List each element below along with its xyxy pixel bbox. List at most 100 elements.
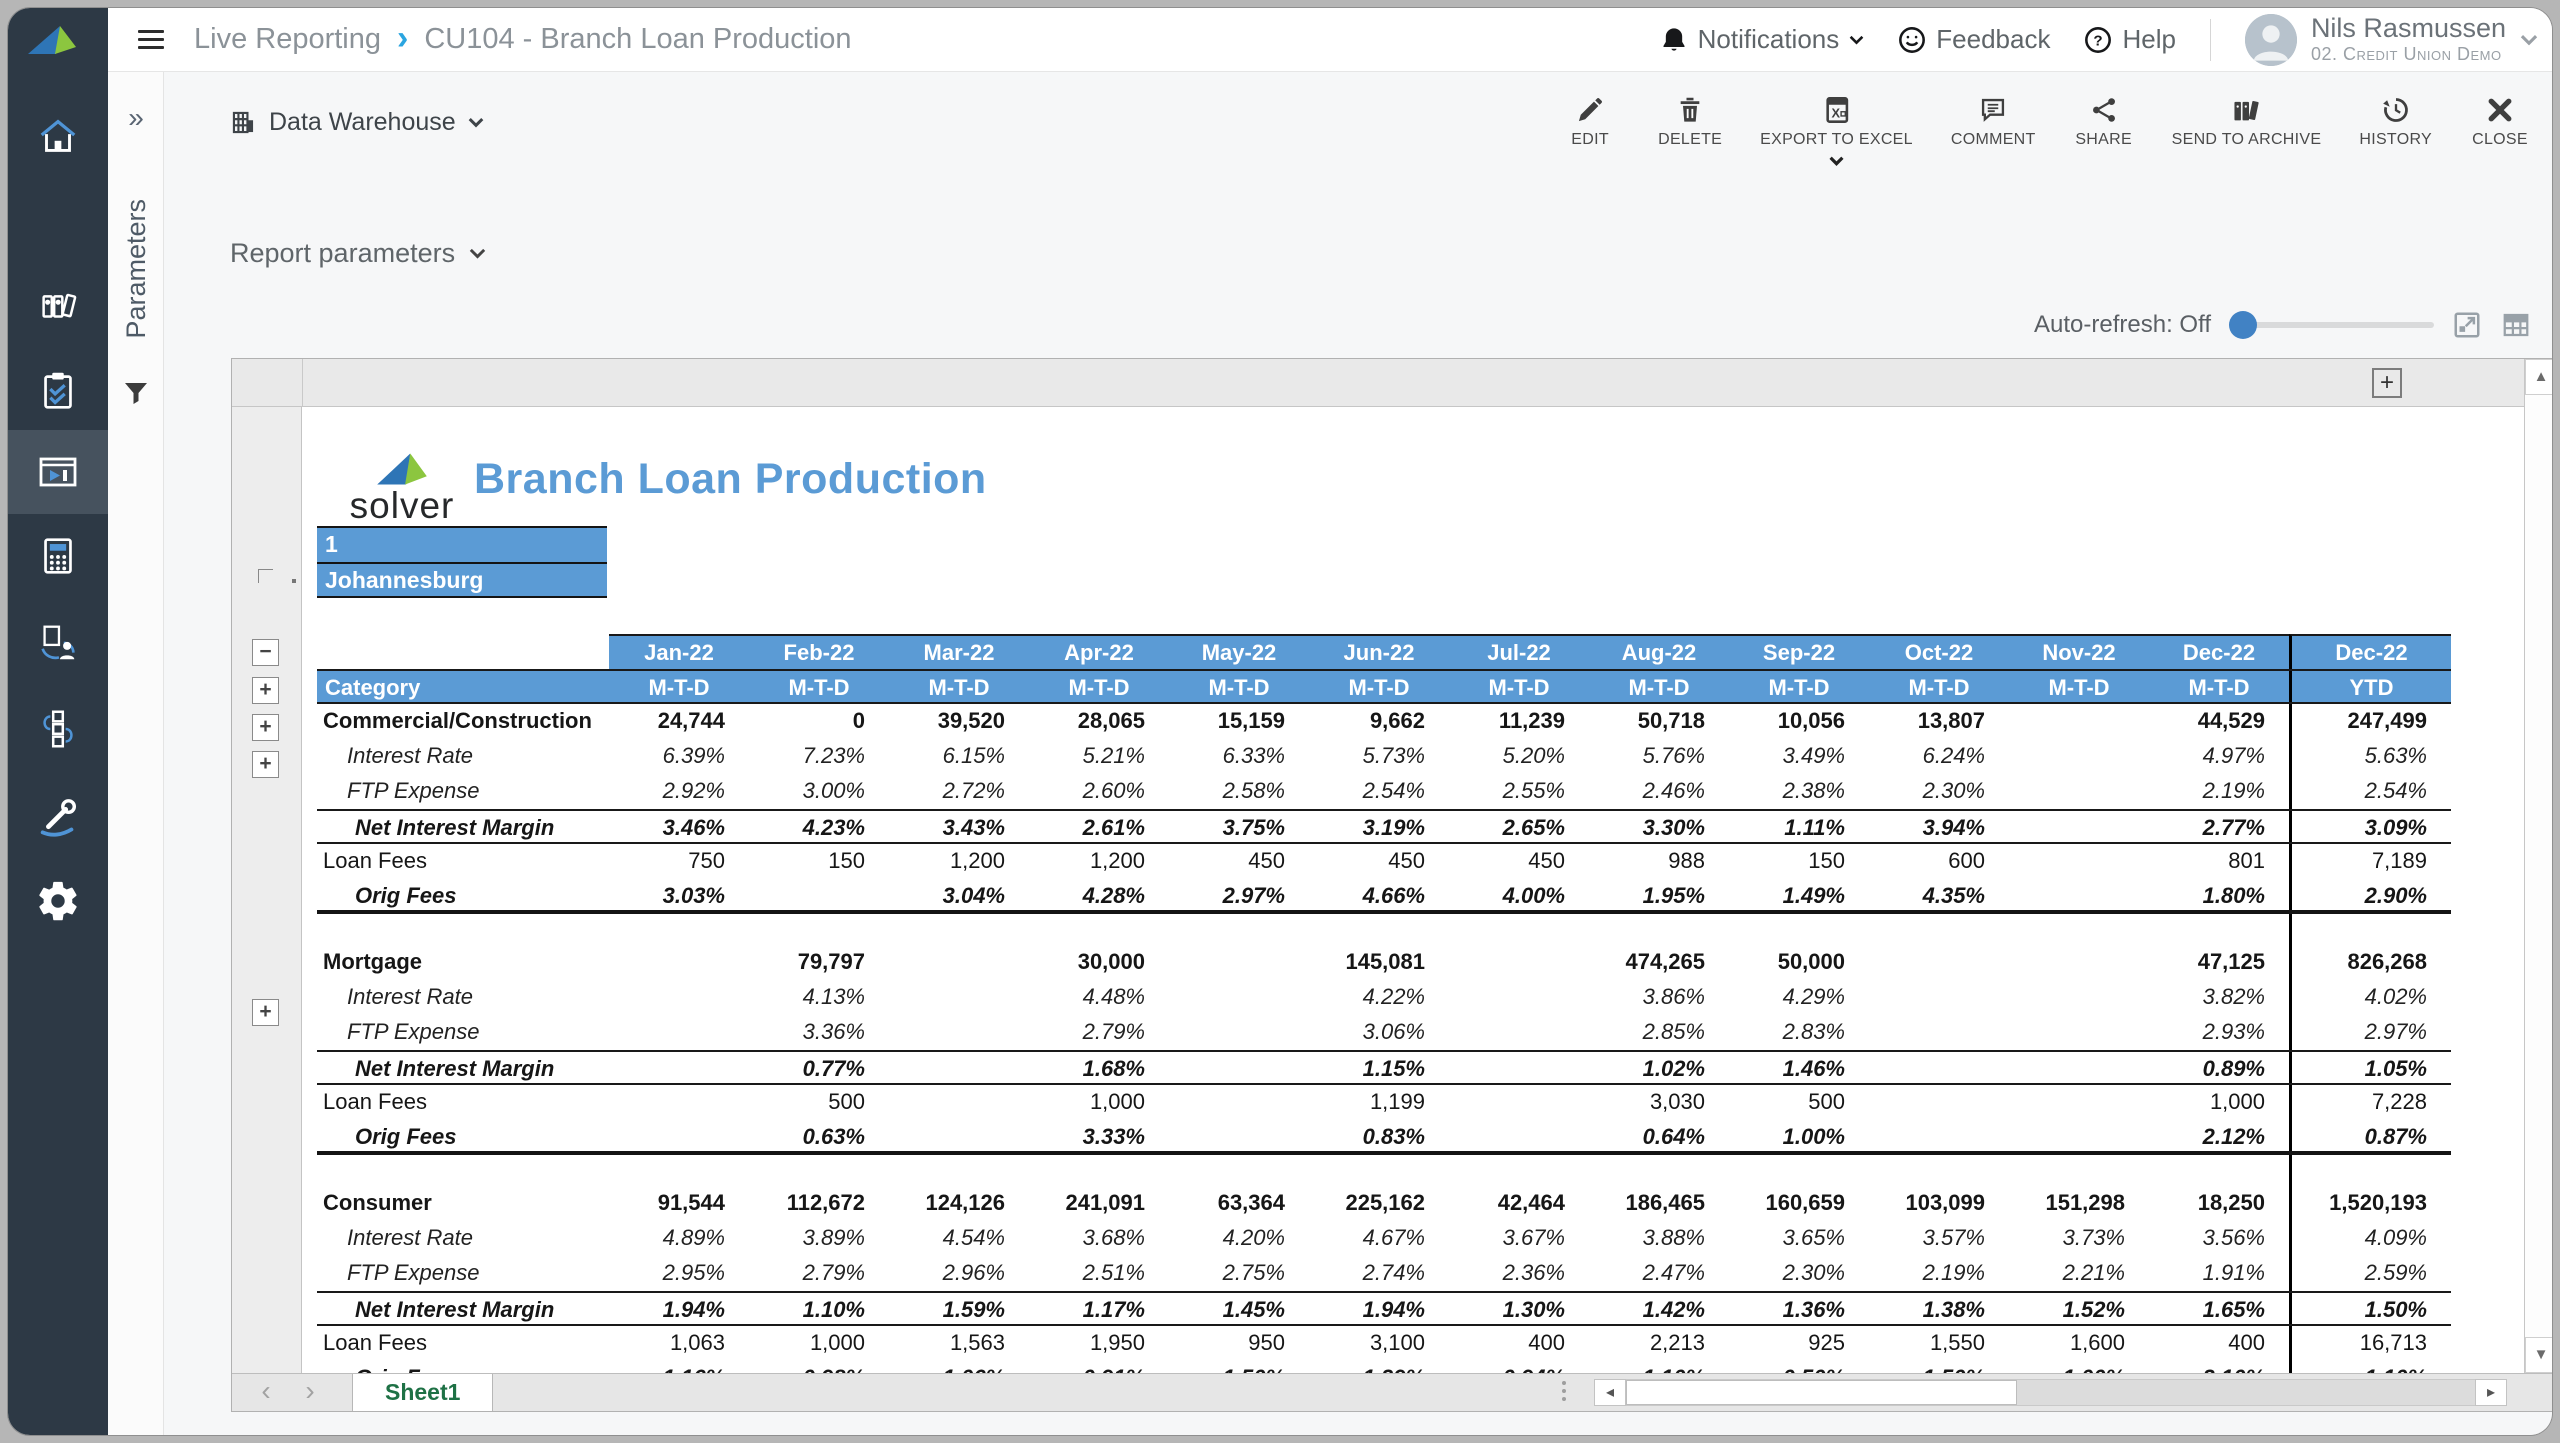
sidebar-item-tasks[interactable] — [8, 350, 108, 432]
outline-expand-button[interactable]: + — [252, 999, 279, 1026]
table-cell: 1.50% — [2289, 1293, 2451, 1324]
table-cell: 151,298 — [2009, 1186, 2149, 1221]
comment-button[interactable]: COMMENT — [1951, 96, 2036, 166]
table-cell: 2.38% — [1729, 774, 1869, 809]
sidebar-item-live-reporting[interactable] — [8, 430, 108, 514]
scroll-down-button[interactable]: ▼ — [2525, 1337, 2552, 1373]
report-logo-word: solver — [337, 485, 467, 527]
sidebar-item-archive[interactable] — [8, 265, 108, 347]
sidebar-item-settings[interactable] — [8, 860, 108, 942]
splitter-dots-icon[interactable] — [1562, 1381, 1566, 1401]
table-cell: 2.30% — [1869, 774, 2009, 809]
table-cell — [889, 1085, 1029, 1120]
question-icon: ? — [2084, 26, 2112, 54]
table-cell: FTP Expense — [317, 774, 609, 809]
table-cell: M-T-D — [889, 671, 1029, 702]
outline-expand-button[interactable]: + — [252, 751, 279, 778]
sheet-nav-next-icon[interactable]: › — [290, 1374, 330, 1411]
table-cell: M-T-D — [2149, 671, 2289, 702]
table-cell: 9,662 — [1309, 704, 1449, 739]
resize-report-icon[interactable] — [2452, 310, 2482, 340]
table-cell — [1169, 1015, 1309, 1050]
history-button[interactable]: HISTORY — [2359, 96, 2432, 166]
auto-refresh-slider[interactable] — [2229, 310, 2434, 340]
outline-expand-button[interactable]: + — [252, 714, 279, 741]
edit-button[interactable]: EDIT — [1560, 96, 1620, 166]
delete-button[interactable]: DELETE — [1658, 96, 1722, 166]
avatar — [2245, 14, 2297, 66]
table-cell: Jun-22 — [1309, 634, 1449, 669]
main-content: Data Warehouse EDIT DELETE X EXPORT TO E… — [164, 72, 2552, 1435]
table-cell — [2009, 704, 2149, 739]
table-cell: 1.49% — [1729, 879, 1869, 910]
table-cell: 1.38% — [1869, 1293, 2009, 1324]
table-cell: 2,213 — [1589, 1326, 1729, 1361]
table-cell: Sep-22 — [1729, 634, 1869, 669]
svg-text:X: X — [1831, 106, 1840, 121]
table-cell: 0.89% — [2149, 1052, 2289, 1083]
table-cell: 5.63% — [2289, 739, 2451, 774]
report-parameters-toggle[interactable]: Report parameters — [230, 238, 486, 269]
add-view-button[interactable]: + — [2372, 368, 2402, 398]
parameters-label[interactable]: Parameters — [121, 199, 152, 339]
sheet-nav-prev-icon[interactable]: ‹ — [246, 1374, 286, 1411]
table-cell: 186,465 — [1589, 1186, 1729, 1221]
horizontal-scroll-thumb[interactable] — [1626, 1380, 2017, 1405]
sidebar-item-home[interactable] — [8, 95, 108, 177]
notifications-button[interactable]: Notifications — [1660, 24, 1865, 55]
horizontal-scrollbar[interactable]: ◂ ▸ — [1594, 1379, 2507, 1406]
hamburger-menu-icon[interactable] — [138, 25, 166, 54]
integrations-icon — [35, 706, 81, 752]
table-cell: 4.28% — [1029, 879, 1169, 910]
table-cell — [1169, 914, 1309, 945]
help-button[interactable]: ? Help — [2084, 24, 2175, 55]
sidebar-item-budgeting[interactable] — [8, 515, 108, 597]
data-source-selector[interactable]: Data Warehouse — [230, 108, 484, 137]
table-row: Loan Fees1,0631,0001,5631,9509503,100400… — [317, 1326, 2451, 1361]
outline-collapse-button[interactable]: − — [252, 639, 279, 666]
table-cell: 4.35% — [1869, 879, 2009, 910]
table-cell — [1449, 945, 1589, 980]
table-cell: 4.66% — [1309, 879, 1449, 910]
panel-expand-button[interactable]: » — [108, 102, 164, 134]
grid-view-icon[interactable] — [2500, 310, 2532, 340]
user-org: 02. Credit Union Demo — [2311, 44, 2506, 65]
table-cell: 50,718 — [1589, 704, 1729, 739]
table-cell: 18,250 — [2149, 1186, 2289, 1221]
share-button[interactable]: SHARE — [2074, 96, 2134, 166]
table-cell — [609, 980, 749, 1015]
breadcrumb-separator-icon: › — [397, 21, 408, 59]
table-cell: 16,713 — [2289, 1326, 2451, 1361]
vertical-scrollbar[interactable]: ▲ ▼ — [2524, 359, 2552, 1373]
filter-funnel-icon[interactable] — [123, 380, 149, 406]
sidebar-item-tools[interactable] — [8, 778, 108, 860]
scroll-right-button[interactable]: ▸ — [2475, 1379, 2507, 1406]
auto-refresh-label: Auto-refresh: Off — [2034, 311, 2211, 339]
close-button[interactable]: CLOSE — [2470, 96, 2530, 166]
sidebar-item-integrations[interactable] — [8, 688, 108, 770]
table-cell: 1,063 — [609, 1326, 749, 1361]
slider-knob[interactable] — [2229, 311, 2257, 339]
svg-text:?: ? — [2094, 32, 2103, 49]
feedback-button[interactable]: Feedback — [1898, 24, 2050, 55]
table-cell: 925 — [1729, 1326, 1869, 1361]
table-cell: 1.30% — [1449, 1293, 1589, 1324]
sheet-tab[interactable]: Sheet1 — [352, 1374, 493, 1411]
table-cell: 750 — [609, 844, 749, 879]
table-cell: 150 — [1729, 844, 1869, 879]
send-to-archive-button[interactable]: SEND TO ARCHIVE — [2172, 96, 2322, 166]
breadcrumb-section[interactable]: Live Reporting — [194, 23, 381, 56]
scroll-left-button[interactable]: ◂ — [1594, 1379, 1626, 1406]
table-cell: Orig Fees — [317, 879, 609, 910]
export-to-excel-button[interactable]: X EXPORT TO EXCEL — [1760, 96, 1913, 166]
table-cell: 2.96% — [889, 1256, 1029, 1291]
table-cell: 1.06% — [889, 1361, 1029, 1373]
sidebar-item-data-sync[interactable] — [8, 602, 108, 684]
outline-expand-button[interactable]: + — [252, 677, 279, 704]
table-cell: Mar-22 — [889, 634, 1029, 669]
table-cell: 2.21% — [2009, 1256, 2149, 1291]
table-cell — [1169, 1085, 1309, 1120]
scroll-up-button[interactable]: ▲ — [2525, 359, 2552, 395]
table-cell — [749, 879, 889, 910]
user-menu[interactable]: Nils Rasmussen 02. Credit Union Demo — [2245, 14, 2538, 66]
